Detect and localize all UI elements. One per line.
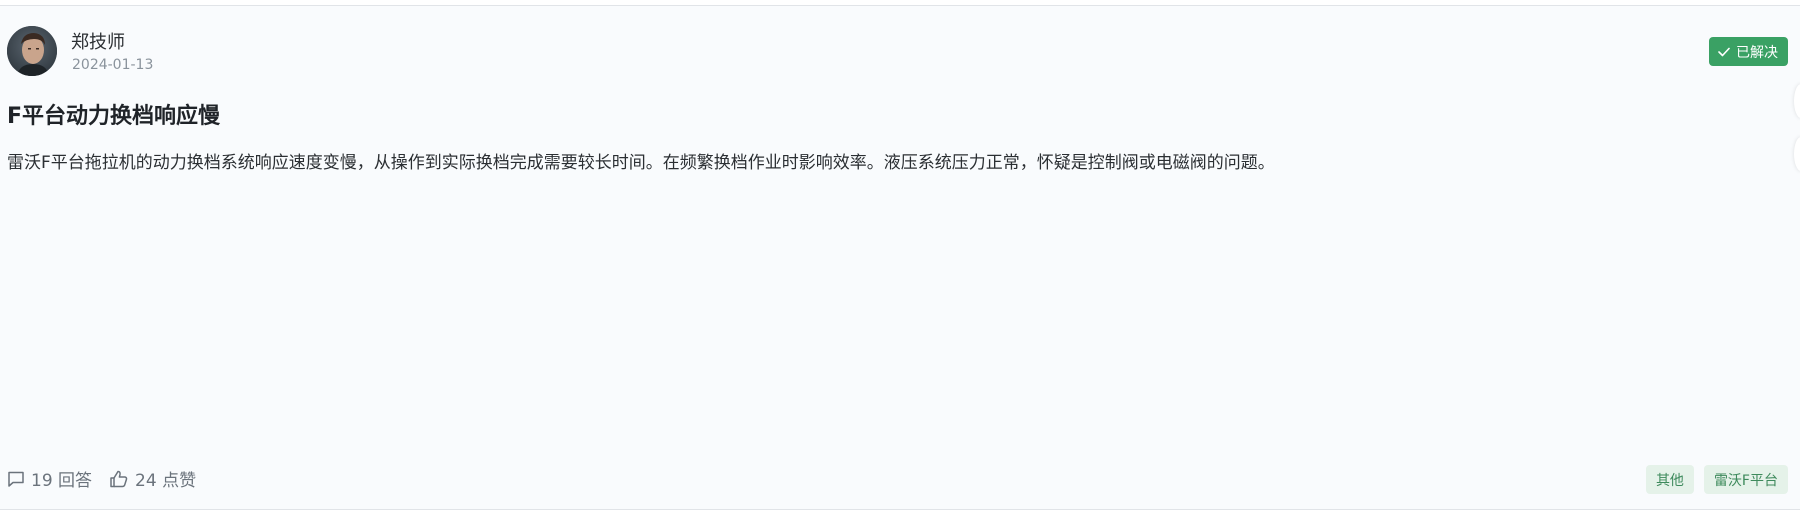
status-badge: 已解决 (1709, 37, 1788, 66)
answers-count[interactable]: 19 回答 (7, 466, 92, 491)
tag-list: 其他 雷沃F平台 (1645, 465, 1788, 494)
author-name[interactable]: 郑技师 (71, 28, 125, 54)
likes-count[interactable]: 24 点赞 (109, 466, 196, 491)
person-photo-avatar (7, 26, 57, 76)
question-card[interactable]: 郑技师 2024-01-13 已解决 F平台动力换档响应慢 雷沃F平台拖拉机的动… (0, 5, 1800, 510)
scroll-edge-indicator (1794, 84, 1800, 118)
post-body: 雷沃F平台拖拉机的动力换档系统响应速度变慢，从操作到实际换档完成需要较长时间。在… (7, 153, 1275, 173)
tag-platform[interactable]: 雷沃F平台 (1703, 465, 1788, 494)
scroll-edge-indicator (1794, 137, 1800, 171)
avatar[interactable] (7, 26, 57, 76)
post-title[interactable]: F平台动力换档响应慢 (7, 98, 220, 130)
answers-label: 19 回答 (31, 471, 93, 491)
likes-label: 24 点赞 (135, 471, 197, 491)
thumbs-up-icon (110, 470, 128, 487)
post-date: 2024-01-13 (72, 57, 154, 73)
status-label: 已解决 (1736, 44, 1778, 61)
check-icon (1718, 47, 1730, 56)
tag-other[interactable]: 其他 (1645, 465, 1694, 494)
comment-icon (8, 471, 24, 487)
post-stats: 19 回答 24 点赞 (7, 466, 213, 491)
